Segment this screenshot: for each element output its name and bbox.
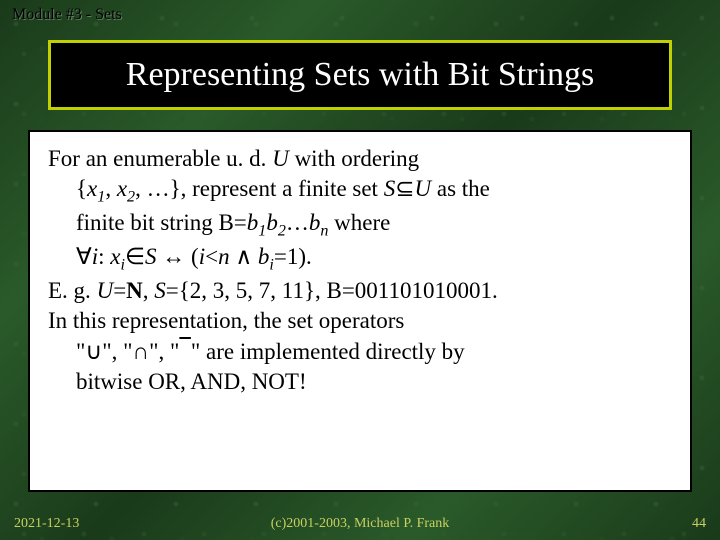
t: S [384,176,396,201]
complement-overline [179,337,191,367]
t: S [154,278,166,303]
t: with ordering [289,146,419,171]
t: as the [431,176,490,201]
t: , …}, represent a finite set [135,176,384,201]
para-8: bitwise OR, AND, NOT! [76,367,672,397]
t: ∀ [76,244,92,269]
para-7: "∪", "∩", " " are implemented directly b… [76,337,672,367]
para-2: {x1, x2, …}, represent a finite set S⊆U … [76,174,672,208]
footer: 2021-12-13 (c)2001-2003, Michael P. Fran… [0,516,720,532]
t: ={2, 3, 5, 7, 11}, B=001101010001. [166,278,498,303]
para-5: E. g. U=N, S={2, 3, 5, 7, 11}, B=0011010… [48,276,672,306]
t: S [145,244,157,269]
t: b [258,244,270,269]
t: { [76,176,87,201]
para-6: In this representation, the set operator… [48,306,672,336]
t: " are implemented directly by [191,339,465,364]
t: N [126,278,143,303]
t: < [205,244,218,269]
title-box: Representing Sets with Bit Strings [48,40,672,110]
t: , [105,176,117,201]
module-header: Module #3 - Sets [12,6,122,24]
t: x [87,176,97,201]
t: ∈ [125,244,145,269]
t: 2 [127,189,135,206]
t: ↔ ( [157,244,199,269]
t: : [98,244,110,269]
t: ⊆ [395,176,414,201]
t: E. g. [48,278,97,303]
para-4: ∀i: xi∈S ↔ (i<n ∧ bi=1). [76,242,672,276]
t: "∪", "∩", " [76,339,179,364]
t: ∧ [230,244,258,269]
t: b [247,210,259,235]
content-box: For an enumerable u. d. U with ordering … [28,130,692,492]
t: x [110,244,120,269]
t: For an enumerable u. d. [48,146,272,171]
para-3: finite bit string B=b1b2…bn where [76,208,672,242]
t: b [309,210,321,235]
t: =1). [274,244,312,269]
t: 2 [278,223,286,240]
t: finite bit string B= [76,210,247,235]
para-1: For an enumerable u. d. U with ordering [48,144,672,174]
t: = [113,278,126,303]
footer-date: 2021-12-13 [14,516,79,532]
slide-title: Representing Sets with Bit Strings [126,56,594,94]
t: U [97,278,114,303]
t: where [328,210,390,235]
t: x [117,176,127,201]
t: U [414,176,431,201]
t: b [266,210,278,235]
t: , [143,278,155,303]
footer-copyright: (c)2001-2003, Michael P. Frank [271,516,449,532]
t: … [286,210,309,235]
footer-page: 44 [692,516,706,532]
t: U [272,146,289,171]
t: n [218,244,230,269]
